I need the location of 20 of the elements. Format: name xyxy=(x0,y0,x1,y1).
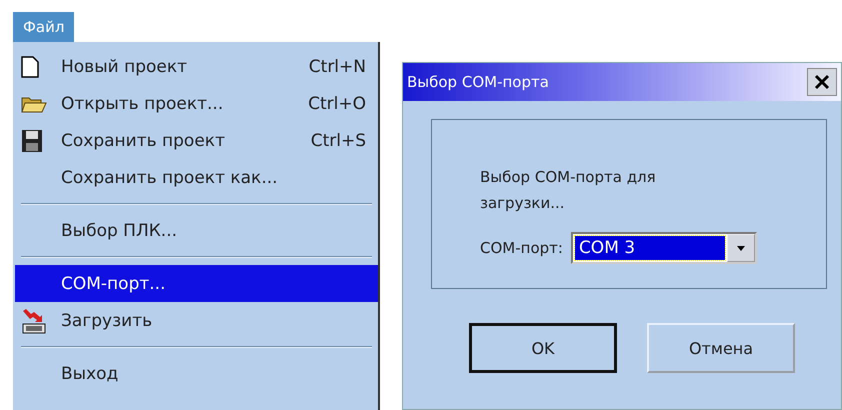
menu-title[interactable]: Файл xyxy=(13,12,74,42)
menu-item[interactable]: Сохранить проект как... xyxy=(15,159,378,196)
menu-item[interactable]: COM-порт... xyxy=(15,265,378,302)
port-dropdown[interactable]: COM 3 xyxy=(570,232,757,264)
field-label: COM-порт: xyxy=(480,239,563,257)
close-icon xyxy=(814,74,830,90)
menu-item[interactable]: Загрузить xyxy=(15,302,378,339)
download-icon xyxy=(21,308,47,334)
dialog-button[interactable]: OK xyxy=(469,323,617,373)
menu-item[interactable]: Сохранить проект Ctrl+S xyxy=(15,122,378,159)
message-text: Выбор COM-порта для загрузки... xyxy=(480,167,657,214)
menu-item[interactable]: Выход xyxy=(15,355,378,392)
menu-item[interactable]: Новый проект Ctrl+N xyxy=(15,48,378,85)
caret-icon xyxy=(736,246,745,250)
document-icon xyxy=(21,56,39,78)
close-button[interactable] xyxy=(807,68,837,96)
menu-item[interactable]: Выбор ПЛК... xyxy=(15,212,378,249)
menu-item[interactable]: Открыть проект... Ctrl+O xyxy=(15,85,378,122)
window-title: Выбор COM-порта xyxy=(407,73,550,91)
dialog-button[interactable]: Отмена xyxy=(647,323,795,373)
